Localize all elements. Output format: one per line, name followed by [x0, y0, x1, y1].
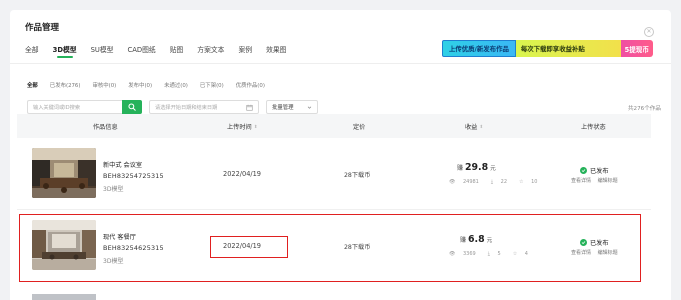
subtab-all[interactable]: 全部 [27, 81, 38, 89]
header-earnings-label: 收益 [465, 124, 478, 131]
tab-cad[interactable]: CAD图纸 [127, 44, 155, 54]
status-filter-tabs: 全部 已发布(276) 审核中(0) 发布中(0) 未通过(0) 已下架(0) … [27, 81, 277, 89]
sort-icon: ⬍ [479, 124, 484, 130]
work-name[interactable]: 新中式 会议室 [103, 160, 142, 169]
earnings: 赚 29.8 元 [457, 162, 496, 173]
batch-label: 批量管理 [272, 105, 294, 111]
tab-case[interactable]: 案例 [238, 44, 252, 54]
check-icon [580, 167, 587, 174]
table-row: 新中式 会议室 BEH83254725315 3D模型 2022/04/19 2… [17, 144, 651, 210]
banner-part-3: 5提现币 [620, 40, 653, 57]
header-upload-time[interactable]: 上传时间 ⬍ [227, 122, 258, 131]
subtab-publishing[interactable]: 发布中(0) [128, 81, 152, 89]
edit-title-link[interactable]: 编辑标题 [598, 178, 618, 184]
tab-texture[interactable]: 贴图 [170, 44, 184, 54]
date-range-picker[interactable]: 请选择开始日期和结束日期 [149, 100, 259, 114]
status-label: 已发布 [590, 168, 609, 175]
divider [10, 63, 671, 64]
downloads-count: 22 [500, 179, 508, 185]
header-earnings[interactable]: 收益 ⬍ [465, 122, 483, 131]
view-detail-link[interactable]: 查看详情 [571, 178, 591, 184]
views-count: 24981 [462, 179, 479, 185]
tab-3d-model[interactable]: 3D模型 [53, 44, 77, 58]
subtab-rejected[interactable]: 未通过(0) [164, 81, 188, 89]
highlight-row-outline [19, 214, 641, 282]
chevron-down-icon [307, 106, 312, 109]
category-tabs: 全部 3D模型 SU模型 CAD图纸 贴图 方案文本 案例 效果图 [25, 44, 300, 58]
work-type: 3D模型 [103, 186, 124, 193]
tab-plan-text[interactable]: 方案文本 [197, 44, 224, 54]
earn-prefix: 赚 [457, 165, 464, 172]
subtab-reviewing[interactable]: 审核中(0) [92, 81, 116, 89]
views-stat: 👁 24981 [449, 179, 485, 185]
work-code: BEH83254725315 [103, 172, 164, 180]
date-placeholder: 请选择开始日期和结束日期 [155, 104, 218, 111]
tab-su-model[interactable]: SU模型 [91, 44, 114, 54]
tab-rendering[interactable]: 效果图 [266, 44, 286, 54]
batch-manage-select[interactable]: 批量管理 [266, 100, 318, 114]
download-icon: ⤓ [490, 179, 494, 185]
calendar-icon [246, 104, 253, 111]
earn-amount: 29.8 [465, 162, 489, 173]
tab-all[interactable]: 全部 [25, 44, 39, 54]
table-header: 作品信息 上传时间 ⬍ 定价 收益 ⬍ 上传状态 [17, 114, 651, 138]
star-icon: ☆ [519, 179, 524, 185]
price: 28下载币 [344, 172, 371, 179]
earn-unit: 元 [490, 166, 496, 172]
subtab-published[interactable]: 已发布(276) [50, 81, 81, 89]
next-row-thumbnail-peek [32, 294, 96, 300]
work-stats: 👁 24981 ⤓ 22 ☆ 10 [449, 179, 550, 185]
search-button[interactable] [122, 100, 142, 114]
highlight-date-outline [210, 236, 288, 258]
search-input[interactable]: 输入关键词或ID搜索 [27, 100, 123, 114]
header-upload-time-label: 上传时间 [227, 124, 252, 131]
total-count: 共276个作品 [627, 106, 661, 112]
status-badge: 已发布 [580, 166, 609, 175]
banner-part-2: 每次下载即享收益补贴 [515, 40, 621, 57]
search-icon [128, 103, 136, 111]
favorites-stat: ☆ 10 [519, 179, 543, 185]
subtab-quality[interactable]: 优质作品(0) [236, 81, 265, 89]
sort-icon: ⬍ [253, 124, 258, 130]
row-actions: 查看详情 编辑标题 [571, 177, 623, 184]
header-status: 上传状态 [581, 124, 606, 131]
work-thumbnail[interactable] [32, 148, 96, 198]
upload-date: 2022/04/19 [223, 170, 262, 178]
promo-banner[interactable]: 上传优质/新发布作品 每次下载即享收益补贴 5提现币 [442, 40, 653, 57]
header-price: 定价 [353, 124, 366, 131]
page-title: 作品管理 [25, 23, 60, 33]
favorites-count: 10 [531, 179, 538, 185]
subtab-removed[interactable]: 已下架(0) [200, 81, 224, 89]
banner-close-icon[interactable]: ✕ [644, 27, 654, 37]
header-info: 作品信息 [93, 124, 118, 131]
eye-icon: 👁 [449, 179, 456, 185]
search-placeholder: 输入关键词或ID搜索 [33, 104, 81, 111]
banner-part-1: 上传优质/新发布作品 [442, 40, 516, 57]
downloads-stat: ⤓ 22 [491, 179, 513, 185]
